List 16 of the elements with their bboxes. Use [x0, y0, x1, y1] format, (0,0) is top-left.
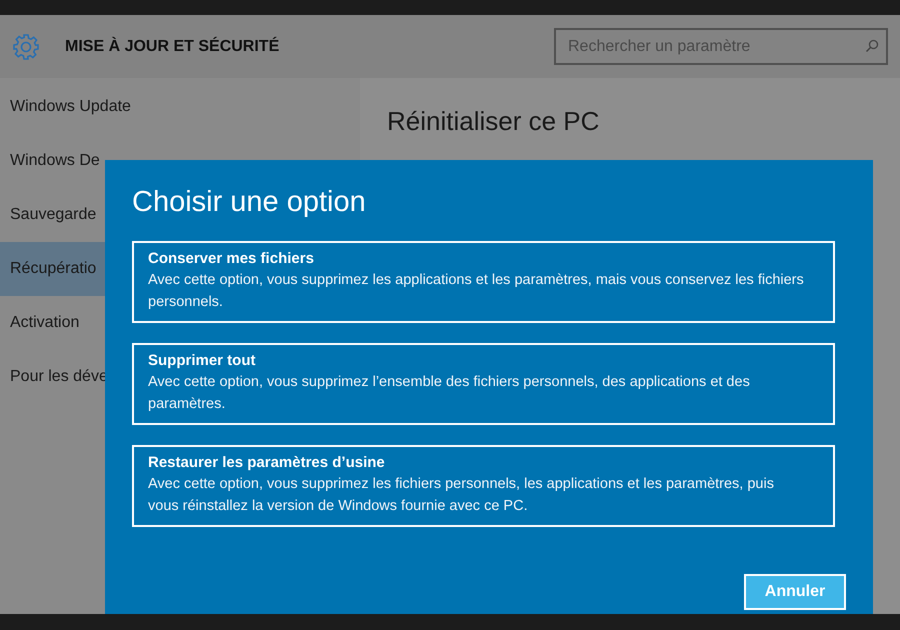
page-title: MISE À JOUR ET SÉCURITÉ: [65, 38, 280, 56]
section-title: Réinitialiser ce PC: [387, 106, 600, 137]
dialog-title: Choisir une option: [132, 186, 367, 219]
option-description: Avec cette option, vous supprimez les applications et les paramètres, mais vous conservez les fichiers personnels.: [148, 271, 805, 312]
option-card[interactable]: Supprimer tout Avec cette option, vous supprimez l’ensemble des fichiers personnels, des applications et des paramètres.: [132, 343, 835, 425]
option-description: Avec cette option, vous supprimez l’ensemble des fichiers personnels, des applications et des paramètres.: [148, 373, 751, 414]
search-icon: [865, 39, 879, 53]
option-description: Avec cette option, vous supprimez les fichiers personnels, les applications et les paramètres, puis vous réinstallez la version de Windows fournie avec ce PC.: [148, 475, 775, 516]
sidebar-item[interactable]: Windows Update: [0, 80, 360, 134]
option-title: Supprimer tout: [148, 351, 256, 371]
settings-icon: [12, 32, 40, 60]
option-title: Restaurer les paramètres d’usine: [148, 453, 386, 473]
search-field[interactable]: Rechercher un paramètre: [554, 28, 888, 65]
option-card[interactable]: Restaurer les paramètres d’usine Avec cette option, vous supprimez les fichiers personnels, les applications et les paramètres, puis vous réinstallez la version de Windows fournie avec ce PC.: [132, 445, 835, 527]
option-title: Conserver mes fichiers: [148, 249, 315, 269]
option-card[interactable]: Conserver mes fichiers Avec cette option, vous supprimez les applications et les paramètres, mais vous conservez les fichiers personnels.: [132, 241, 835, 323]
